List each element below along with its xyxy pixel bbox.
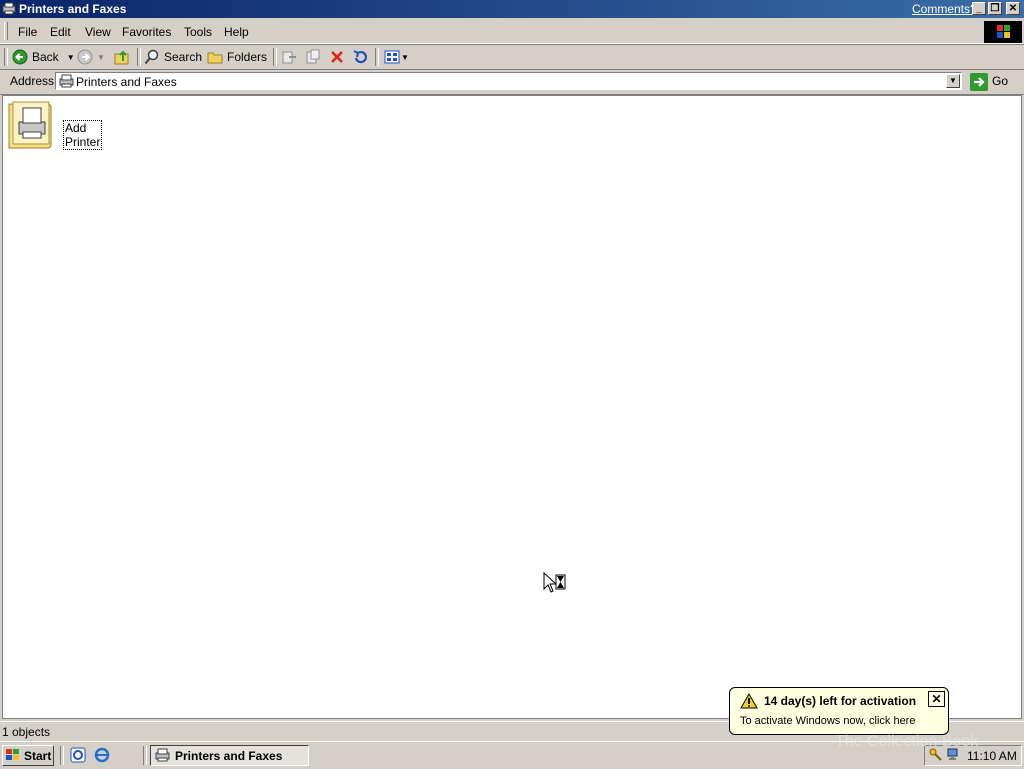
go-label: Go	[992, 74, 1009, 88]
copy-to-icon	[305, 49, 321, 65]
taskbar-button-printers[interactable]: Printers and Faxes	[150, 745, 309, 766]
status-text: 1 objects	[2, 725, 51, 739]
undo-button[interactable]	[352, 48, 372, 66]
menu-grip[interactable]	[4, 22, 8, 40]
address-dropdown-button[interactable]: ▼	[946, 74, 960, 88]
menu-favorites[interactable]: Favorites	[122, 25, 171, 39]
folders-label: Folders	[227, 50, 268, 64]
delete-button[interactable]	[329, 48, 349, 66]
balloon-close-button[interactable]: ✕	[928, 691, 945, 707]
up-folder-icon	[114, 49, 130, 65]
windows-flag-icon	[5, 748, 21, 764]
forward-button[interactable]: ▼	[77, 48, 105, 66]
balloon-message[interactable]: To activate Windows now, click here	[740, 715, 915, 727]
toolbar-separator	[137, 48, 141, 66]
start-label: Start	[24, 748, 52, 763]
close-button[interactable]: ✕	[1006, 2, 1020, 15]
go-arrow-icon	[970, 73, 988, 91]
address-bar: Address Printers and Faxes ▼ Go	[0, 69, 1024, 95]
back-dropdown-icon[interactable]: ▼	[67, 53, 75, 62]
forward-dropdown-icon[interactable]: ▼	[97, 53, 105, 62]
go-button[interactable]: Go	[970, 72, 1009, 91]
address-label: Address	[10, 74, 55, 88]
quicklaunch-grip[interactable]	[60, 746, 64, 765]
back-label: Back	[32, 50, 59, 64]
views-button[interactable]: ▼	[384, 48, 409, 66]
address-value: Printers and Faxes	[76, 75, 177, 89]
toolbar-separator	[273, 48, 277, 66]
back-arrow-icon	[12, 49, 28, 65]
printers-folder-icon	[59, 74, 74, 91]
menu-view[interactable]: View	[85, 25, 111, 39]
address-input[interactable]: Printers and Faxes ▼	[55, 72, 962, 90]
list-item[interactable]: Add Printer	[7, 100, 103, 153]
undo-icon	[352, 49, 368, 65]
busy-cursor-icon	[543, 571, 567, 597]
views-icon	[384, 49, 400, 65]
start-button[interactable]: Start	[2, 745, 54, 766]
back-button[interactable]: Back ▼	[12, 48, 75, 66]
standard-toolbar: Back ▼ ▼ Search Folders ▼	[0, 44, 1024, 70]
internet-explorer-icon[interactable]	[94, 747, 110, 766]
toolbar-grip[interactable]	[4, 48, 8, 66]
clock[interactable]: 11:10 AM	[967, 749, 1017, 763]
menu-edit[interactable]: Edit	[50, 25, 71, 39]
delete-x-icon	[329, 49, 345, 65]
taskbar-grip[interactable]	[143, 746, 147, 765]
search-icon	[144, 49, 160, 65]
balloon-title: 14 day(s) left for activation	[764, 694, 917, 708]
windows-logo-icon	[984, 21, 1022, 43]
copy-to-button[interactable]	[305, 48, 325, 66]
menu-tools[interactable]: Tools	[184, 25, 212, 39]
restore-button[interactable]: ❐	[988, 2, 1002, 15]
search-label: Search	[164, 50, 203, 64]
folders-button[interactable]: Folders	[207, 48, 267, 66]
forward-arrow-icon	[77, 49, 93, 65]
printers-folder-icon	[2, 2, 16, 15]
server-manager-icon[interactable]	[70, 747, 86, 766]
printers-folder-icon	[155, 748, 171, 764]
search-button[interactable]: Search	[144, 48, 202, 66]
watermark: The Collection Book	[835, 733, 979, 750]
add-printer-icon	[7, 101, 53, 153]
toolbar-separator	[375, 48, 379, 66]
menu-file[interactable]: File	[18, 25, 37, 39]
activation-balloon[interactable]: 14 day(s) left for activation ✕ To activ…	[729, 687, 949, 735]
up-folder-button[interactable]	[114, 48, 134, 66]
move-to-icon	[281, 49, 297, 65]
move-to-button[interactable]	[281, 48, 301, 66]
menu-help[interactable]: Help	[224, 25, 249, 39]
minimize-button[interactable]: _	[972, 2, 986, 15]
folders-icon	[207, 49, 223, 65]
window-title: Printers and Faxes	[19, 2, 127, 16]
menu-bar: File Edit View Favorites Tools Help	[0, 19, 1024, 44]
folder-view[interactable]: Add Printer	[2, 95, 1022, 719]
taskbar-button-label: Printers and Faxes	[175, 748, 283, 763]
views-dropdown-icon[interactable]: ▼	[401, 53, 409, 62]
title-bar[interactable]: Printers and Faxes Comments? _ ❐ ✕	[0, 0, 1024, 18]
comments-link[interactable]: Comments?	[912, 2, 977, 16]
add-printer-label[interactable]: Add Printer	[63, 120, 103, 150]
warning-icon	[740, 692, 758, 712]
